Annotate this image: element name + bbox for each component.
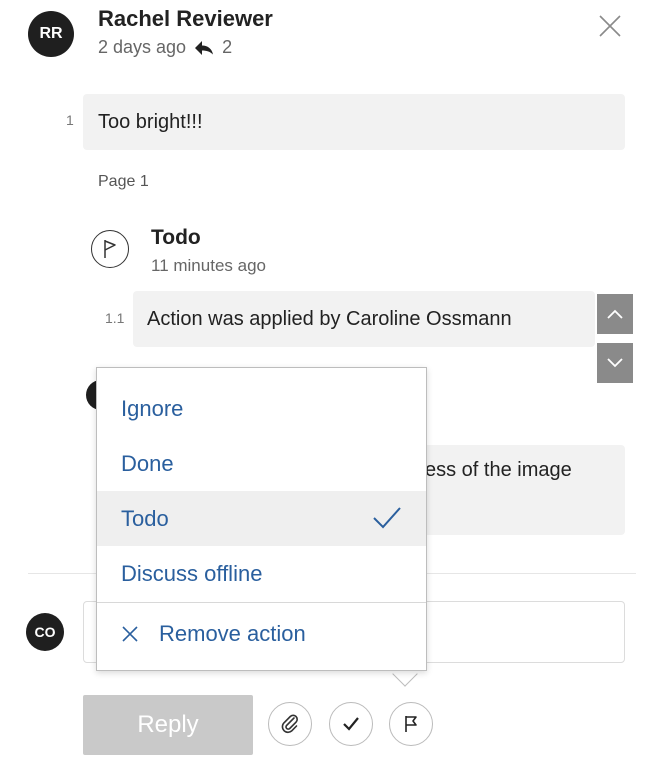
action-bubble: Action was applied by Caroline Ossmann	[133, 291, 595, 347]
remove-action-label: Remove action	[159, 620, 306, 646]
menu-item-todo[interactable]: Todo	[97, 491, 426, 546]
menu-item-ignore[interactable]: Ignore	[97, 381, 426, 436]
comment-bubble: Too bright!!!	[83, 94, 625, 150]
comment-text: Too bright!!!	[98, 110, 203, 133]
comment-time: 2 days ago	[98, 37, 187, 57]
page-label: Page 1	[98, 173, 149, 190]
flag-icon	[104, 240, 116, 258]
author-name: Rachel Reviewer	[98, 6, 273, 31]
menu-item-discuss-offline[interactable]: Discuss offline	[97, 546, 426, 601]
check-icon	[343, 717, 359, 731]
action-time-text: 11 minutes ago	[151, 256, 266, 275]
reply-count: 2	[222, 37, 233, 57]
author-avatar: RR	[28, 11, 74, 57]
action-number: 1.1	[105, 310, 125, 326]
remove-action-item[interactable]: Remove action	[97, 606, 426, 661]
reply-button[interactable]: Reply	[83, 695, 253, 755]
comment-meta: 2 days ago 2	[98, 37, 232, 58]
attach-button[interactable]	[268, 702, 312, 746]
menu-item-label: Done	[121, 450, 174, 476]
previous-button[interactable]	[597, 294, 633, 334]
menu-item-label: Ignore	[121, 395, 184, 421]
action-text: Action was applied by Caroline Ossmann	[147, 307, 512, 330]
action-time: 11 minutes ago	[151, 256, 266, 276]
partial-reply-text: ess of the image	[425, 459, 572, 481]
paperclip-icon	[281, 714, 298, 734]
flag-icon	[405, 716, 417, 732]
chevron-down-icon	[607, 358, 623, 368]
close-button[interactable]	[596, 12, 624, 40]
current-user-avatar: CO	[26, 613, 64, 651]
menu-item-done[interactable]: Done	[97, 436, 426, 491]
action-status: Todo	[151, 226, 201, 249]
reply-arrow-icon	[194, 40, 214, 56]
close-icon	[122, 625, 138, 642]
action-menu: Ignore Done Todo Discuss offline Remove …	[96, 367, 427, 671]
check-icon	[373, 507, 401, 529]
comment-number: 1	[66, 112, 74, 128]
approve-button[interactable]	[329, 702, 373, 746]
menu-item-label: Todo	[121, 505, 169, 531]
chevron-up-icon	[607, 309, 623, 319]
close-icon	[599, 15, 621, 37]
menu-separator	[97, 602, 426, 603]
action-flag-button[interactable]	[389, 702, 433, 746]
action-flag-badge	[91, 230, 129, 268]
menu-item-label: Discuss offline	[121, 560, 263, 586]
next-button[interactable]	[597, 343, 633, 383]
